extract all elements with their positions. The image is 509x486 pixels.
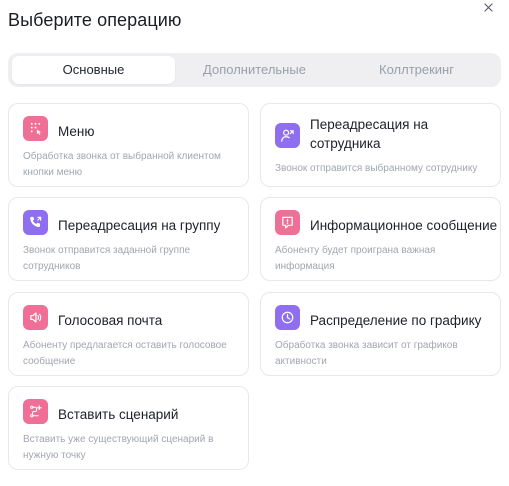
clock-icon xyxy=(275,305,300,330)
operation-title: Голосовая почта xyxy=(58,313,163,328)
voicemail-icon xyxy=(23,305,48,330)
operation-card-forward-group[interactable]: Переадресация на группу Звонок отправитс… xyxy=(8,197,249,281)
operation-title: Меню xyxy=(58,124,95,139)
operation-description: Звонок отправится выбранному сотруднику xyxy=(275,163,478,174)
scenario-icon xyxy=(23,399,48,424)
operation-title: Переадресация на сотрудника xyxy=(310,117,429,151)
operation-description: Обработка звонка от выбранной клиентом к… xyxy=(23,151,221,178)
operation-title: Распределение по графику xyxy=(310,313,482,328)
operation-description: Обработка звонка зависит от графиков акт… xyxy=(275,340,458,367)
operation-description: Звонок отправится заданной группе сотруд… xyxy=(23,245,191,272)
close-button[interactable] xyxy=(481,0,497,16)
user-forward-icon xyxy=(275,123,300,148)
tab-main[interactable]: Основные xyxy=(12,56,175,84)
tab-calltracking[interactable]: Коллтрекинг xyxy=(335,56,498,84)
operation-description: Абоненту предлагается оставить голосовое… xyxy=(23,340,227,367)
operation-card-schedule[interactable]: Распределение по графику Обработка звонк… xyxy=(260,292,501,376)
operation-title: Переадресация на группу xyxy=(58,218,221,233)
phone-forward-icon xyxy=(23,210,48,235)
tab-bar: Основные Дополнительные Коллтрекинг xyxy=(8,53,501,87)
dialpad-icon xyxy=(23,116,48,141)
operation-card-menu[interactable]: Меню Обработка звонка от выбранной клиен… xyxy=(8,103,249,187)
operation-title: Вставить сценарий xyxy=(58,407,179,422)
operation-card-voicemail[interactable]: Голосовая почта Абоненту предлагается ос… xyxy=(8,292,249,376)
operation-title: Информационное сообщение xyxy=(310,218,498,233)
operation-card-forward-employee[interactable]: Переадресация на сотрудника Звонок отпра… xyxy=(260,103,501,187)
operation-description: Вставить уже существующий сценарий в нуж… xyxy=(23,434,214,461)
operation-card-info-message[interactable]: Информационное сообщение Абоненту будет … xyxy=(260,197,501,281)
dialog-title: Выберите операцию xyxy=(8,10,182,30)
operation-card-insert-scenario[interactable]: Вставить сценарий Вставить уже существую… xyxy=(8,386,249,470)
message-icon xyxy=(275,210,300,235)
close-icon xyxy=(484,3,493,12)
tab-additional[interactable]: Дополнительные xyxy=(173,56,336,84)
operation-description: Абоненту будет проиграна важная информац… xyxy=(275,245,436,272)
